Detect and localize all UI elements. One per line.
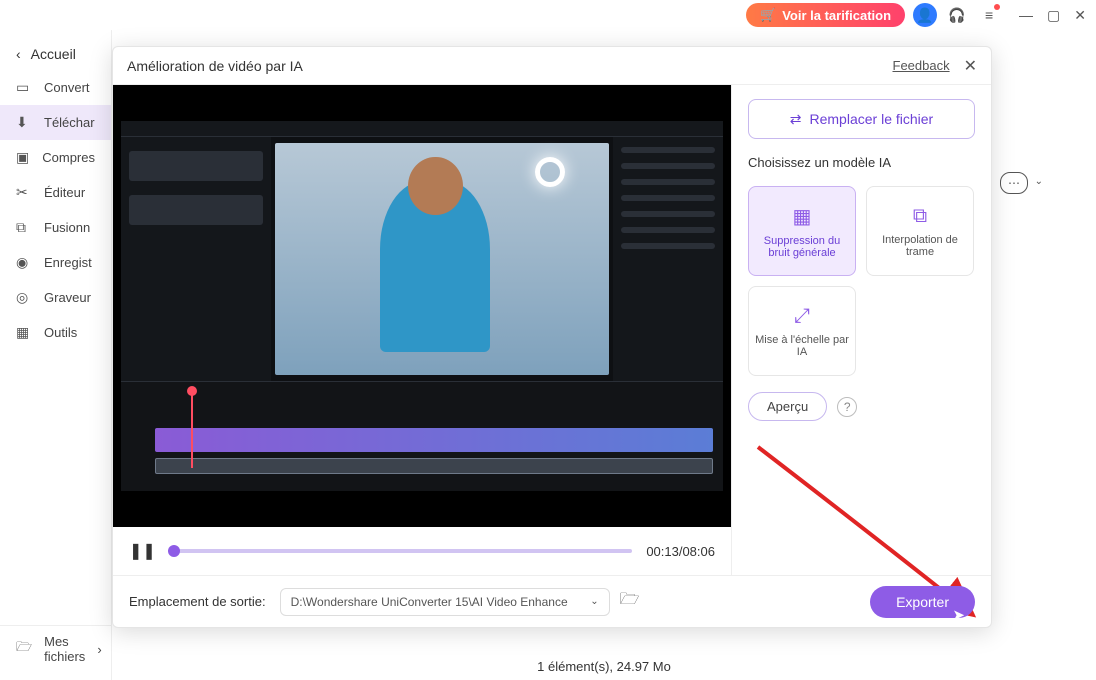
time-display: 00:13/08:06	[646, 544, 715, 559]
modal-body: ❚❚ 00:13/08:06 ⇄ Remplacer le fichier Ch…	[113, 85, 991, 575]
grid-icon: ▦	[16, 324, 32, 341]
sidebar-item-tools[interactable]: ▦ Outils	[0, 315, 111, 350]
close-icon[interactable]: ✕	[964, 56, 977, 76]
pause-button[interactable]: ❚❚	[129, 541, 156, 561]
modal-title: Amélioration de vidéo par IA	[127, 58, 303, 74]
modal-header: Amélioration de vidéo par IA Feedback ✕	[113, 47, 991, 85]
sidebar-item-label: Éditeur	[44, 185, 85, 200]
model-cards: ▦ Suppression du bruit générale ⧉ Interp…	[748, 186, 975, 376]
right-panel: ⇄ Remplacer le fichier Choisissez un mod…	[731, 85, 991, 575]
card-label: Mise à l'échelle par IA	[755, 334, 849, 358]
sidebar-item-label: Enregist	[44, 255, 92, 270]
chat-bubble[interactable]: ⋯	[1000, 172, 1028, 194]
replace-label: Remplacer le fichier	[810, 111, 934, 127]
open-folder-button[interactable]: 🗁	[620, 588, 640, 615]
maximize-button[interactable]: ▢	[1047, 7, 1060, 24]
swap-icon: ⇄	[790, 111, 802, 128]
model-card-upscale[interactable]: ⤢ Mise à l'échelle par IA	[748, 286, 856, 376]
menu-icon[interactable]: ≡	[977, 3, 1001, 27]
sidebar-item-label: Graveur	[44, 290, 91, 305]
download-icon: ⬇	[16, 114, 32, 131]
sidebar-item-label: Fusionn	[44, 220, 90, 235]
pricing-button[interactable]: 🛒 Voir la tarification	[746, 3, 905, 27]
model-card-interpolation[interactable]: ⧉ Interpolation de trame	[866, 186, 974, 276]
output-path-text: D:\Wondershare UniConverter 15\AI Video …	[291, 595, 568, 609]
help-icon[interactable]: ?	[837, 397, 857, 417]
sidebar-item-label: Téléchar	[44, 115, 95, 130]
playback-controls: ❚❚ 00:13/08:06	[113, 527, 731, 575]
sidebar: ‹ Accueil ▭ Convert ⬇ Téléchar ▣ Compres ✂ É…	[0, 30, 112, 680]
convert-icon: ▭	[16, 79, 32, 96]
preview-row: Aperçu ?	[748, 392, 975, 421]
sidebar-item-label: Convert	[44, 80, 90, 95]
sidebar-item-convert[interactable]: ▭ Convert	[0, 70, 111, 105]
model-label: Choisissez un modèle IA	[748, 155, 975, 170]
editor-mock	[121, 121, 723, 491]
my-files[interactable]: 🗁 Mes fichiers ›	[0, 625, 111, 672]
sidebar-item-download[interactable]: ⬇ Téléchar	[0, 105, 111, 140]
chevron-left-icon: ‹	[16, 46, 21, 62]
export-label: Exporter	[896, 594, 949, 610]
back-home[interactable]: ‹ Accueil	[0, 38, 111, 70]
minimize-button[interactable]: —	[1019, 7, 1033, 24]
sidebar-item-burner[interactable]: ◎ Graveur	[0, 280, 111, 315]
video-preview[interactable]	[113, 85, 731, 527]
sidebar-item-record[interactable]: ◉ Enregist	[0, 245, 111, 280]
cursor-icon: ➤	[952, 606, 965, 624]
disc-icon: ◎	[16, 289, 32, 306]
model-card-denoise[interactable]: ▦ Suppression du bruit générale	[748, 186, 856, 276]
titlebar: 🛒 Voir la tarification 👤 🎧 ≡ — ▢ ✕	[0, 0, 1096, 30]
scissors-icon: ✂	[16, 184, 32, 201]
feedback-link[interactable]: Feedback	[893, 58, 950, 73]
progress-slider[interactable]	[170, 549, 633, 553]
sidebar-item-merge[interactable]: ⧉ Fusionn	[0, 210, 111, 245]
export-button[interactable]: Exporter ➤	[870, 586, 975, 618]
upscale-icon: ⤢	[794, 305, 810, 328]
user-icon[interactable]: 👤	[913, 3, 937, 27]
chevron-down-icon: ⌄	[590, 596, 598, 607]
output-label: Emplacement de sortie:	[129, 594, 266, 609]
preview-button[interactable]: Aperçu	[748, 392, 827, 421]
modal-footer: Emplacement de sortie: D:\Wondershare Un…	[113, 575, 991, 627]
window-controls: — ▢ ✕	[1019, 7, 1086, 24]
interpolation-icon: ⧉	[913, 205, 927, 228]
my-files-label: Mes fichiers	[44, 634, 85, 664]
card-label: Interpolation de trame	[873, 234, 967, 258]
close-button[interactable]: ✕	[1074, 7, 1086, 24]
sidebar-item-label: Compres	[42, 150, 95, 165]
denoise-icon: ▦	[793, 204, 812, 229]
output-path-select[interactable]: D:\Wondershare UniConverter 15\AI Video …	[280, 588, 610, 616]
status-bar: 1 élément(s), 24.97 Mo	[112, 659, 1096, 674]
merge-icon: ⧉	[16, 219, 32, 236]
chevron-right-icon: ›	[97, 642, 101, 657]
replace-file-button[interactable]: ⇄ Remplacer le fichier	[748, 99, 975, 139]
folder-icon: 🗁	[16, 638, 32, 660]
card-label: Suppression du bruit générale	[755, 235, 849, 259]
compress-icon: ▣	[16, 149, 30, 166]
headset-icon[interactable]: 🎧	[945, 3, 969, 27]
record-icon: ◉	[16, 254, 32, 271]
sidebar-item-editor[interactable]: ✂ Éditeur	[0, 175, 111, 210]
sidebar-item-label: Outils	[44, 325, 77, 340]
back-label: Accueil	[31, 46, 76, 62]
preview-column: ❚❚ 00:13/08:06	[113, 85, 731, 575]
pricing-label: Voir la tarification	[782, 8, 891, 23]
cart-icon: 🛒	[760, 7, 776, 23]
ai-enhance-modal: Amélioration de vidéo par IA Feedback ✕	[112, 46, 992, 628]
sidebar-item-compress[interactable]: ▣ Compres	[0, 140, 111, 175]
